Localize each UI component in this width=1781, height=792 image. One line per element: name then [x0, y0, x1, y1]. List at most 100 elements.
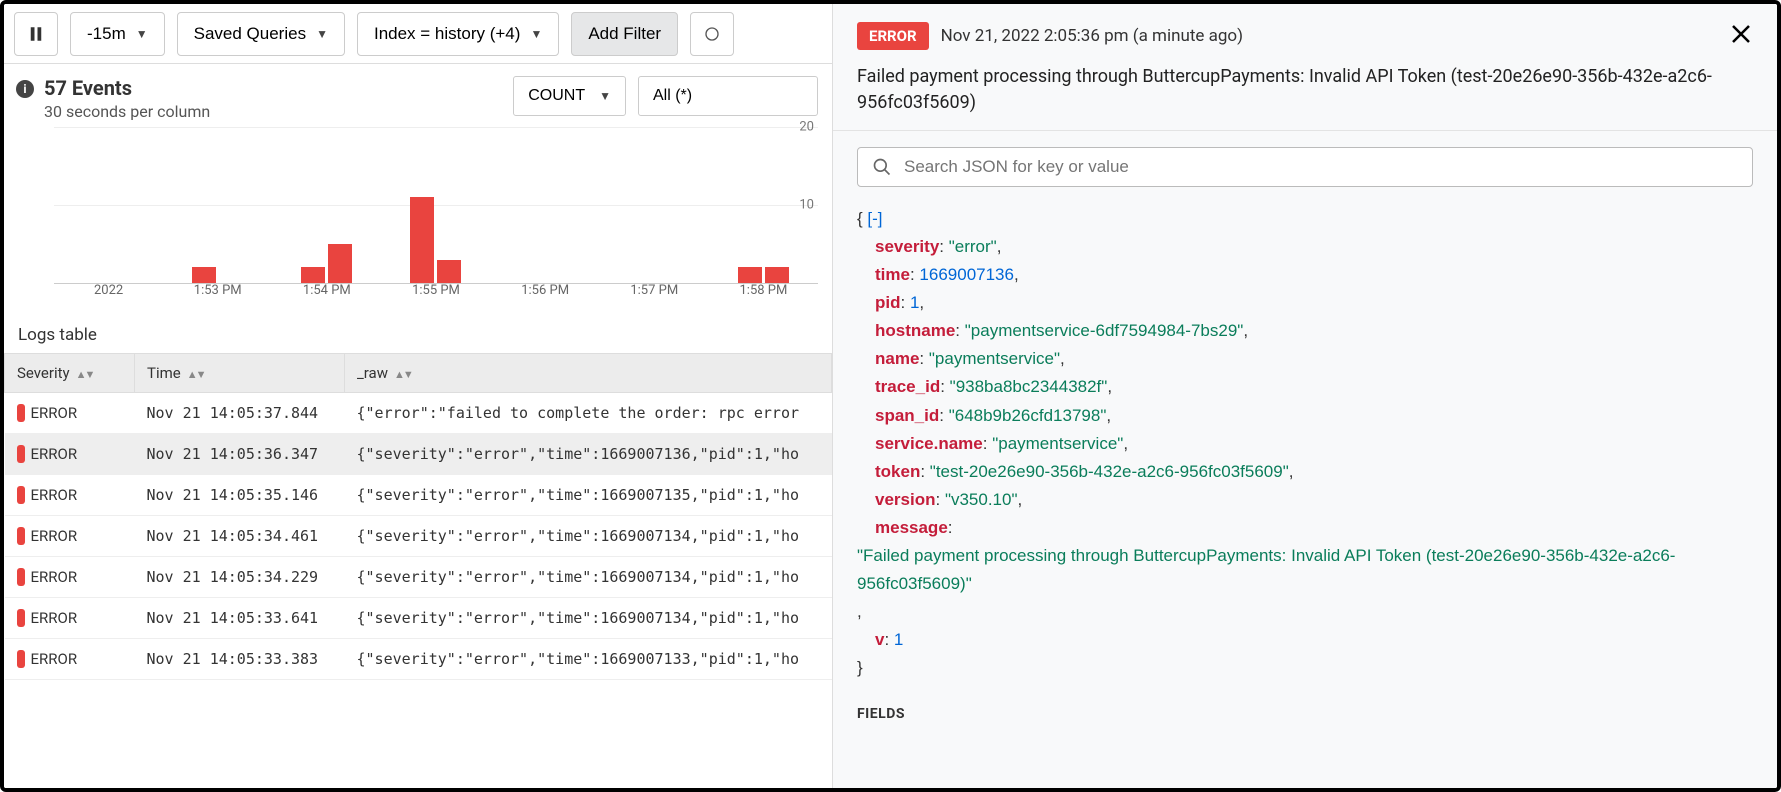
x-tick: 1:55 PM [381, 283, 490, 307]
json-key[interactable]: version [875, 490, 935, 509]
json-value[interactable]: "v350.10" [945, 490, 1018, 509]
bar-group[interactable] [381, 127, 490, 283]
json-value[interactable]: "paymentservice" [992, 434, 1123, 453]
chart-container: 102020221:53 PM1:54 PM1:55 PM1:56 PM1:57… [4, 121, 832, 311]
index-label: Index = history (+4) [374, 24, 520, 44]
timerange-label: -15m [87, 24, 126, 44]
json-search-input[interactable] [904, 157, 1738, 177]
detail-pane: ERROR Nov 21, 2022 2:05:36 pm (a minute … [832, 4, 1777, 788]
json-key[interactable]: pid [875, 293, 901, 312]
json-key[interactable]: time [875, 265, 910, 284]
chevron-down-icon: ▼ [599, 89, 611, 103]
raw-cell: {"severity":"error","time":1669007134,"p… [345, 598, 832, 639]
raw-cell: {"severity":"error","time":1669007134,"p… [345, 557, 832, 598]
json-key[interactable]: service.name [875, 434, 983, 453]
bar[interactable] [192, 267, 216, 283]
severity-label: ERROR [31, 650, 78, 668]
timerange-dropdown[interactable]: -15m ▼ [70, 12, 165, 56]
json-key[interactable]: name [875, 349, 919, 368]
bar[interactable] [437, 260, 461, 283]
col-time[interactable]: Time▲▼ [135, 354, 345, 393]
time-cell: Nov 21 14:05:36.347 [135, 434, 345, 475]
severity-label: ERROR [31, 568, 78, 586]
table-row[interactable]: ERROR Nov 21 14:05:37.844{"error":"failed… [5, 393, 832, 434]
json-key[interactable]: v [875, 630, 884, 649]
bar[interactable] [765, 267, 789, 283]
json-value[interactable]: "938ba8bc2344382f" [950, 377, 1108, 396]
raw-cell: {"error":"failed to complete the order: … [345, 393, 832, 434]
json-key[interactable]: trace_id [875, 377, 940, 396]
close-button[interactable] [1729, 22, 1753, 50]
saved-queries-dropdown[interactable]: Saved Queries ▼ [177, 12, 345, 56]
table-row[interactable]: ERRORNov 21 14:05:33.383{"severity":"err… [5, 639, 832, 680]
json-value[interactable]: "paymentservice-6df7594984-7bs29" [965, 321, 1244, 340]
bar-group[interactable] [272, 127, 381, 283]
json-key[interactable]: hostname [875, 321, 955, 340]
detail-header: ERROR Nov 21, 2022 2:05:36 pm (a minute … [833, 4, 1777, 131]
raw-cell: {"severity":"error","time":1669007134,"p… [345, 516, 832, 557]
bar-group[interactable] [54, 127, 163, 283]
json-value[interactable]: 1 [894, 630, 903, 649]
summary-left: i 57 Events 30 seconds per column [16, 76, 210, 121]
json-value[interactable]: 1 [910, 293, 919, 312]
severity-pill [17, 609, 25, 627]
info-icon[interactable]: i [16, 80, 34, 98]
table-row[interactable]: ERROR Nov 21 14:05:34.229{"severity":"err… [5, 557, 832, 598]
time-cell: Nov 21 14:05:35.146 [135, 475, 345, 516]
severity-pill [17, 527, 25, 545]
json-search[interactable] [857, 147, 1753, 187]
json-value[interactable]: 1669007136 [919, 265, 1014, 284]
table-row[interactable]: ERRORNov 21 14:05:35.146{"severity":"err… [5, 475, 832, 516]
chart[interactable]: 102020221:53 PM1:54 PM1:55 PM1:56 PM1:57… [32, 127, 818, 307]
aggregation-label: COUNT [528, 87, 585, 105]
severity-pill [17, 445, 25, 463]
time-cell: Nov 21 14:05:33.641 [135, 598, 345, 639]
table-row[interactable]: ERROR Nov 21 14:05:33.641{"severity":"err… [5, 598, 832, 639]
error-badge: ERROR [857, 22, 929, 50]
json-collapse-toggle[interactable]: [-] [867, 209, 882, 228]
pause-button[interactable] [14, 12, 58, 56]
json-value[interactable]: "error" [949, 237, 997, 256]
severity-label: ERROR [31, 609, 78, 627]
clear-button[interactable] [690, 12, 734, 56]
json-key[interactable]: severity [875, 237, 939, 256]
bar-group[interactable] [491, 127, 600, 283]
json-value[interactable]: "test-20e26e90-356b-432e-a2c6-956fc03f56… [930, 462, 1289, 481]
events-count: 57 Events [44, 76, 210, 100]
col-raw[interactable]: _raw▲▼ [345, 354, 832, 393]
json-key[interactable]: message [875, 518, 948, 537]
json-value[interactable]: "paymentservice" [929, 349, 1060, 368]
x-tick: 2022 [54, 283, 163, 307]
time-cell: Nov 21 14:05:34.461 [135, 516, 345, 557]
bar[interactable] [328, 244, 352, 283]
aggregation-dropdown[interactable]: COUNT ▼ [513, 76, 626, 116]
col-severity[interactable]: Severity▲▼ [5, 354, 135, 393]
json-key[interactable]: token [875, 462, 920, 481]
severity-label: ERROR [31, 404, 78, 422]
severity-pill [17, 568, 25, 586]
chevron-down-icon: ▼ [316, 27, 328, 41]
scope-dropdown[interactable]: All (*) [638, 76, 818, 116]
bar[interactable] [410, 197, 434, 283]
raw-cell: {"severity":"error","time":1669007136,"p… [345, 434, 832, 475]
time-cell: Nov 21 14:05:34.229 [135, 557, 345, 598]
table-row[interactable]: ERROR Nov 21 14:05:36.347{"severity":"err… [5, 434, 832, 475]
bar-group[interactable] [600, 127, 709, 283]
bar-group[interactable] [163, 127, 272, 283]
json-key[interactable]: span_id [875, 406, 939, 425]
app-root: -15m ▼ Saved Queries ▼ Index = history (… [0, 0, 1781, 792]
summary-row: i 57 Events 30 seconds per column COUNT … [4, 64, 832, 121]
close-icon [1729, 22, 1753, 46]
chevron-down-icon: ▼ [530, 27, 542, 41]
bar-group[interactable] [709, 127, 818, 283]
bar[interactable] [301, 267, 325, 283]
add-filter-button[interactable]: Add Filter [571, 12, 678, 56]
bar[interactable] [738, 267, 762, 283]
json-value[interactable]: "648b9b26cfd13798" [949, 406, 1107, 425]
json-value[interactable]: "Failed payment processing through Butte… [857, 546, 1675, 593]
table-row[interactable]: ERRORNov 21 14:05:34.461{"severity":"err… [5, 516, 832, 557]
severity-label: ERROR [31, 445, 78, 463]
index-dropdown[interactable]: Index = history (+4) ▼ [357, 12, 559, 56]
time-cell: Nov 21 14:05:37.844 [135, 393, 345, 434]
summary-right: COUNT ▼ All (*) [513, 76, 818, 116]
